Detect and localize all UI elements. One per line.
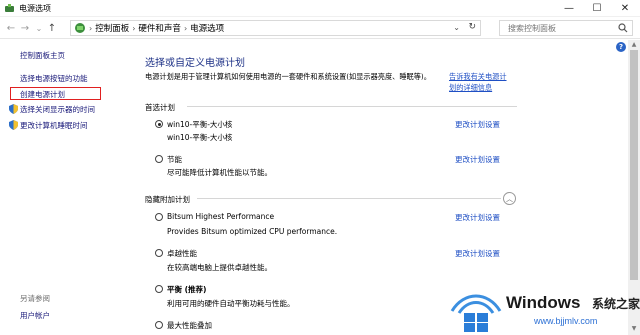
breadcrumb-control-panel[interactable]: 控制面板 <box>92 22 132 34</box>
scroll-up-icon[interactable]: ▲ <box>630 41 638 49</box>
preferred-plans-heading: 首选计划 <box>145 103 175 112</box>
user-accounts-link[interactable]: 用户帐户 <box>20 310 50 321</box>
plan-name[interactable]: win10-平衡-大小核 <box>167 119 232 130</box>
power-plan-help-link[interactable]: 告诉我有关电源计划的详细信息 <box>449 71 511 93</box>
watermark-site-name: 系统之家 <box>592 297 640 311</box>
left-pane: 控制面板主页 选择电源按钮的功能 创建电源计划 选择关闭显示器的时间 更改计算机… <box>0 40 135 335</box>
back-button[interactable]: ← <box>4 21 18 35</box>
sidebar-item-display-off[interactable]: 选择关闭显示器的时间 <box>20 104 95 115</box>
change-plan-settings-link[interactable]: 更改计划设置 <box>455 248 500 259</box>
watermark-brand: Windows <box>506 293 581 312</box>
change-plan-settings-link[interactable]: 更改计划设置 <box>455 119 500 130</box>
maximize-button[interactable]: ☐ <box>583 0 611 17</box>
plan-name[interactable]: Bitsum Highest Performance <box>167 212 274 221</box>
plan-radio[interactable] <box>155 155 163 163</box>
sidebar-item-create-plan[interactable]: 创建电源计划 <box>20 89 65 100</box>
change-plan-settings-link[interactable]: 更改计划设置 <box>455 154 500 165</box>
section-divider <box>197 198 501 199</box>
recent-locations-button[interactable]: ⌄ <box>32 21 46 35</box>
collapse-chevron-icon[interactable]: ︿ <box>503 192 516 205</box>
breadcrumb-hardware-sound[interactable]: 硬件和声音 <box>135 22 184 34</box>
watermark-url: www.bjjmlv.com <box>534 316 598 326</box>
power-options-icon <box>5 4 14 12</box>
plan-name[interactable]: 卓越性能 <box>167 248 197 259</box>
sidebar-item-sleep-time[interactable]: 更改计算机睡眠时间 <box>20 120 88 131</box>
plan-name[interactable]: 最大性能叠加 <box>167 320 212 331</box>
plan-radio[interactable] <box>155 213 163 221</box>
shield-icon <box>9 120 18 130</box>
help-button[interactable]: ? <box>616 42 626 52</box>
control-panel-icon <box>75 23 85 33</box>
watermark: Windows 系统之家 www.bjjmlv.com <box>444 283 640 335</box>
shield-icon <box>9 104 18 114</box>
plan-description: win10-平衡-大小核 <box>167 133 233 142</box>
hidden-plans-heading: 隐藏附加计划 <box>145 195 190 204</box>
title-bar: 电源选项 — ☐ ✕ <box>0 0 640 17</box>
plan-radio[interactable] <box>155 120 163 128</box>
address-bar[interactable]: › 控制面板 › 硬件和声音 › 电源选项 ⌄ ↻ <box>70 20 481 36</box>
plan-name[interactable]: 节能 <box>167 154 182 165</box>
plan-description: 利用可用的硬件自动平衡功耗与性能。 <box>167 299 295 308</box>
scrollbar-thumb[interactable] <box>630 50 638 280</box>
plan-radio[interactable] <box>155 249 163 257</box>
search-icon[interactable] <box>618 23 628 33</box>
plan-radio[interactable] <box>155 285 163 293</box>
search-input[interactable] <box>500 21 610 35</box>
window-title: 电源选项 <box>19 4 51 13</box>
page-title: 选择或自定义电源计划 <box>145 58 245 69</box>
control-panel-home-link[interactable]: 控制面板主页 <box>20 50 65 61</box>
see-also-title: 另请参阅 <box>20 294 50 303</box>
plan-description: Provides Bitsum optimized CPU performanc… <box>167 227 338 236</box>
minimize-button[interactable]: — <box>555 0 583 17</box>
watermark-logo-icon <box>450 294 502 332</box>
breadcrumb-power-options[interactable]: 电源选项 <box>187 22 227 34</box>
change-plan-settings-link[interactable]: 更改计划设置 <box>455 212 500 223</box>
search-box[interactable] <box>499 20 633 36</box>
refresh-icon[interactable]: ↻ <box>468 22 476 32</box>
address-toolbar: ← → ⌄ ↑ › 控制面板 › 硬件和声音 › 电源选项 ⌄ ↻ <box>0 17 640 39</box>
section-divider <box>187 106 517 107</box>
plan-name[interactable]: 平衡 (推荐) <box>167 284 206 295</box>
plan-description: 尽可能降低计算机性能以节能。 <box>167 168 272 177</box>
sidebar-item-power-button[interactable]: 选择电源按钮的功能 <box>20 73 88 84</box>
address-dropdown-icon[interactable]: ⌄ <box>453 23 460 32</box>
forward-button[interactable]: → <box>18 21 32 35</box>
up-button[interactable]: ↑ <box>45 21 59 35</box>
plan-radio[interactable] <box>155 321 163 329</box>
close-button[interactable]: ✕ <box>611 0 639 17</box>
plan-description: 在较高端电脑上提供卓越性能。 <box>167 263 272 272</box>
